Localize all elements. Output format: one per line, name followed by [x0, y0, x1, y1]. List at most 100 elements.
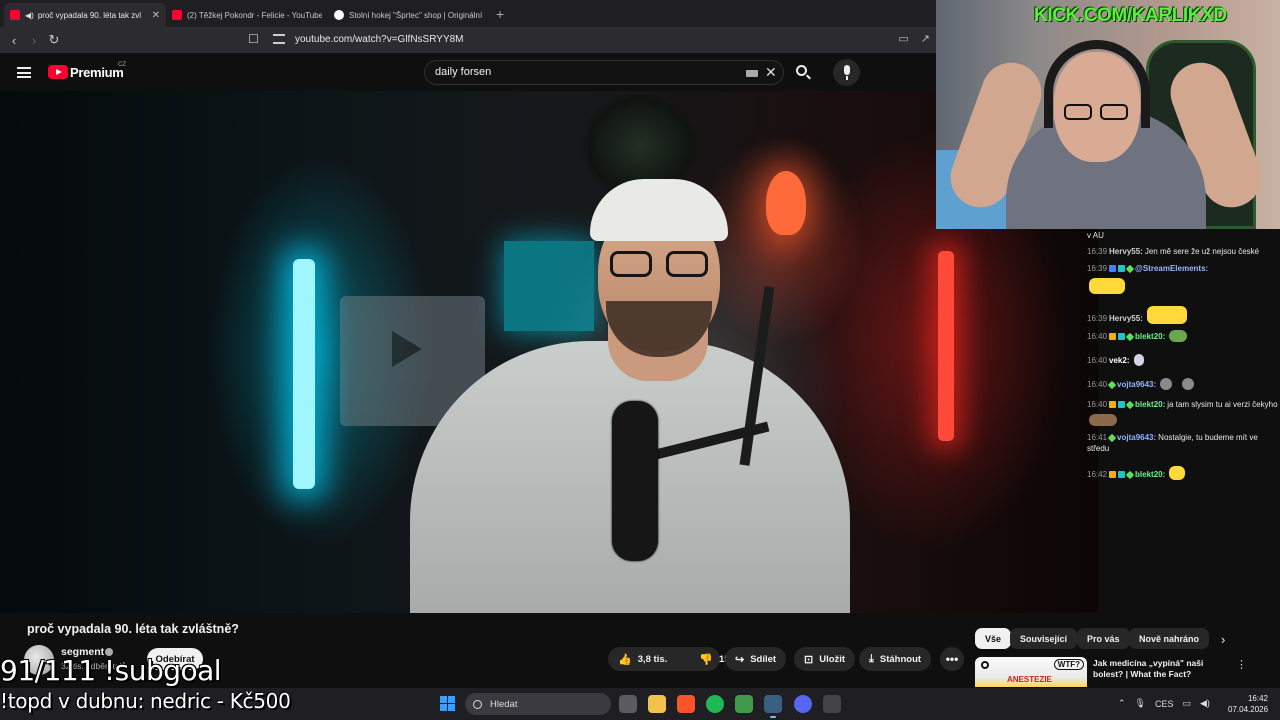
- tab-title: Stolní hokej "Šprtec" shop | Originální: [349, 10, 483, 20]
- chip-for-you[interactable]: Pro vás: [1077, 628, 1130, 649]
- share-page-icon[interactable]: ↗: [921, 32, 930, 45]
- save-button[interactable]: ⊡ Uložit: [794, 647, 856, 671]
- chevron-right-icon[interactable]: ›: [1221, 632, 1225, 647]
- youtube-favicon-icon: [10, 10, 20, 20]
- close-tab-icon[interactable]: ✕: [152, 10, 160, 21]
- emote-icon: [1169, 330, 1188, 342]
- chat-time: 16:40: [1087, 380, 1108, 389]
- chat-message: v AU: [1087, 230, 1279, 241]
- chat-message: 16:39 @StreamElements:: [1087, 263, 1279, 294]
- thumbs-down-icon: 👎: [699, 653, 713, 666]
- chat-time: 16:40: [1087, 356, 1108, 365]
- browser-toolbar: ‹ › ↻ ☐ youtube.com/watch?v=GlfNsSRYY8M …: [0, 27, 936, 53]
- voice-search-button[interactable]: [833, 59, 860, 86]
- new-tab-button[interactable]: +: [496, 6, 504, 22]
- youtube-logo-icon[interactable]: [48, 65, 68, 79]
- like-button[interactable]: 👍 3,8 tis.: [608, 647, 677, 671]
- forward-icon[interactable]: ›: [24, 33, 44, 48]
- clock-date: 07.04.2026: [1228, 705, 1269, 714]
- bookmark-icon[interactable]: ☐: [248, 32, 259, 46]
- language-indicator[interactable]: CES: [1155, 699, 1174, 709]
- discord-icon[interactable]: [794, 695, 812, 713]
- browser-tab-active[interactable]: ◀) proč vypadala 90. léta tak zvl ✕: [4, 3, 166, 27]
- search-button[interactable]: [786, 60, 818, 85]
- chat-text: v AU: [1087, 231, 1104, 240]
- network-icon[interactable]: ▭: [1183, 698, 1192, 709]
- clock-time: 16:42: [1247, 694, 1268, 703]
- search-box[interactable]: ✕: [424, 60, 784, 85]
- recommendation-title[interactable]: Jak medicína „vypíná" naši bolest? | Wha…: [1093, 658, 1223, 680]
- download-button[interactable]: ⤓ Stáhnout: [859, 647, 932, 671]
- more-actions-button[interactable]: •••: [940, 647, 964, 671]
- chat-time: 16:40: [1087, 332, 1108, 341]
- moderator-badge-icon: [1118, 333, 1126, 340]
- brave-browser-icon[interactable]: [677, 695, 695, 713]
- chevron-up-icon[interactable]: ⌃: [1118, 698, 1126, 709]
- audio-playing-icon[interactable]: ◀): [25, 11, 34, 20]
- kick-channel-banner: KICK.COM/KARLIKXD: [1034, 5, 1227, 26]
- download-icon: ⤓: [869, 652, 874, 665]
- streamer-webcam: [936, 0, 1280, 229]
- file-explorer-icon[interactable]: [648, 695, 666, 713]
- emote-icon: [1182, 378, 1195, 390]
- chat-time: 16:42: [1087, 470, 1108, 479]
- salt-lamp: [766, 171, 806, 235]
- menu-icon[interactable]: [17, 67, 31, 78]
- system-clock[interactable]: 16:42 07.04.2026: [1228, 693, 1268, 715]
- bot-badge-icon: [1109, 265, 1117, 272]
- spotify-icon[interactable]: [706, 695, 724, 713]
- chat-message: 16:42 blekt20:: [1087, 466, 1279, 480]
- chat-overlay: v AU 16:39 Hervy55: Jen mě sere že už nejs…: [1086, 229, 1280, 480]
- moderator-badge-icon: [1118, 471, 1126, 478]
- app-icon[interactable]: [823, 695, 841, 713]
- back-icon[interactable]: ‹: [4, 33, 24, 48]
- presenter-glasses: [610, 251, 710, 279]
- browser-tab[interactable]: (2) Těžkej Pokondr - Felicie - YouTube: [166, 3, 328, 27]
- more-vertical-icon[interactable]: ⋮: [1236, 658, 1247, 671]
- thumbnail-logo-icon: [981, 661, 989, 669]
- volume-icon[interactable]: ◀): [1200, 698, 1210, 709]
- chat-user: blekt20:: [1135, 400, 1166, 409]
- video-player[interactable]: [0, 91, 1098, 613]
- chip-recently-uploaded[interactable]: Nově nahráno: [1129, 628, 1210, 649]
- youtube-header: Premium CZ ✕: [0, 53, 936, 91]
- task-view-icon[interactable]: [619, 695, 637, 713]
- address-bar-url[interactable]: youtube.com/watch?v=GlfNsSRYY8M: [295, 34, 464, 45]
- microphone-icon[interactable]: 🎙: [1135, 698, 1146, 709]
- moderator-badge-icon: [1118, 265, 1126, 272]
- chip-related[interactable]: Související: [1010, 628, 1078, 649]
- save-label: Uložit: [819, 653, 846, 665]
- keyboard-icon[interactable]: [746, 70, 758, 77]
- recommendation-thumbnail[interactable]: WTF? ANESTEZIE: [975, 657, 1087, 687]
- windows-start-icon[interactable]: [440, 696, 455, 711]
- browser-tab[interactable]: Stolní hokej "Šprtec" shop | Originální: [328, 3, 490, 27]
- chip-all[interactable]: Vše: [975, 628, 1012, 649]
- verified-badge-icon: [1125, 400, 1135, 410]
- app-icon[interactable]: [735, 695, 753, 713]
- taskbar-search-label: Hledat: [490, 698, 518, 710]
- taskbar-search[interactable]: Hledat: [465, 693, 611, 715]
- like-dislike-group: 👍 3,8 tis. 👎 15: [608, 647, 730, 671]
- cyan-light-panel: [504, 241, 594, 331]
- chat-user: blekt20:: [1135, 332, 1166, 341]
- chat-text: ja tam slysim tu ai verzi čekyho: [1167, 400, 1278, 409]
- picture-in-picture-icon[interactable]: ▭: [898, 32, 908, 45]
- site-info-icon[interactable]: [273, 34, 285, 44]
- search-icon: [473, 699, 482, 709]
- share-button[interactable]: ↪ Sdílet: [725, 647, 787, 671]
- reload-icon[interactable]: ↻: [44, 32, 64, 48]
- chat-user: @StreamElements:: [1135, 264, 1209, 273]
- shop-favicon-icon: [334, 10, 344, 20]
- chat-message: 16:39 Hervy55: Jen mě sere že už nejsou če…: [1087, 246, 1279, 257]
- youtube-premium-logo[interactable]: Premium: [70, 65, 124, 80]
- bookmark-save-icon: ⊡: [804, 653, 814, 666]
- system-tray: ⌃ 🎙 CES ▭ ◀): [1118, 698, 1210, 709]
- microphone: [612, 401, 658, 561]
- chat-text: Jen mě sere že už nejsou české: [1144, 247, 1260, 256]
- chat-message: 16:39 Hervy55:: [1087, 306, 1279, 324]
- verified-badge-icon: [1107, 433, 1117, 443]
- clear-search-icon[interactable]: ✕: [765, 64, 777, 81]
- search-input[interactable]: [435, 66, 735, 78]
- browser-app-icon[interactable]: [764, 695, 782, 718]
- subscriber-badge-icon: [1109, 401, 1117, 408]
